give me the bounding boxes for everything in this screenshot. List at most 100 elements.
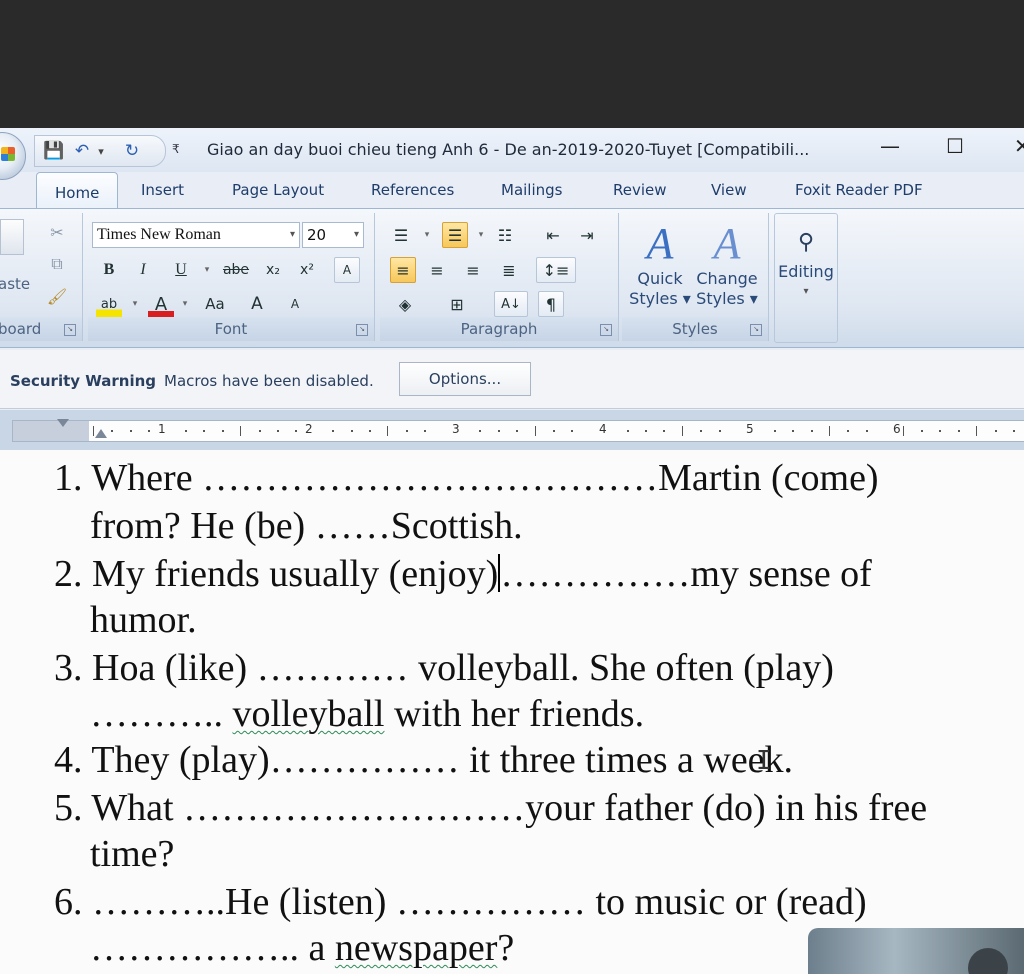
shading-icon[interactable]: ◈ [392,291,418,317]
bold-button[interactable]: B [96,257,122,283]
ruler-tick [829,426,830,436]
tab-review[interactable]: Review [613,181,667,199]
paste-icon[interactable] [0,219,24,255]
minimize-button[interactable]: — [880,134,900,158]
horizontal-ruler[interactable]: 1 2 3 4 5 6 [12,419,1024,442]
ruler-dot [866,430,868,432]
clear-formatting-button[interactable]: A [334,257,360,283]
sort-button[interactable]: A↓ [494,291,528,317]
multilevel-list-icon[interactable]: ☷ [492,222,518,248]
quick-styles-button[interactable]: A Quick Styles ▾ [628,219,692,309]
show-formatting-button[interactable]: ¶ [538,291,564,317]
ruler-dot [498,430,500,432]
change-case-button[interactable]: Aa [198,291,232,317]
editing-group: ⚲ Editing ▾ [774,213,838,343]
ruler-dot [700,430,702,432]
justify-icon[interactable]: ≣ [496,257,522,283]
align-right-icon[interactable]: ≡ [460,257,486,283]
tab-insert[interactable]: Insert [141,181,184,199]
numbering-icon[interactable]: ☰ [442,222,468,248]
tab-view[interactable]: View [711,181,747,199]
text-highlight-button[interactable]: ab [96,291,122,317]
exercise-line-6: 6. ………..He (listen) …………… to music or (r… [54,881,867,923]
ruler-dot [111,430,113,432]
numbering-dropdown-icon[interactable]: ▾ [468,222,494,248]
maximize-button[interactable]: ☐ [946,134,964,158]
tab-page-layout[interactable]: Page Layout [232,181,324,199]
spelling-squiggle: volleyball [232,693,385,735]
ruler-dot [277,430,279,432]
italic-button[interactable]: I [130,257,156,283]
font-name-dropdown-icon[interactable]: ▾ [290,223,295,247]
ruler-dot [719,430,721,432]
undo-icon[interactable]: ↶ [71,140,93,162]
decrease-indent-icon[interactable]: ⇤ [540,222,566,248]
bullets-dropdown-icon[interactable]: ▾ [414,222,440,248]
ruler-number: 4 [599,422,607,436]
tab-home[interactable]: Home [36,172,119,209]
ruler-dot [516,430,518,432]
save-icon[interactable]: 💾 [43,140,65,162]
tab-foxit-reader-pdf[interactable]: Foxit Reader PDF [795,181,923,199]
editing-button[interactable]: ⚲ Editing ▾ [775,228,837,302]
bullets-icon[interactable]: ☰ [388,222,414,248]
highlight-dropdown-icon[interactable]: ▾ [122,291,148,317]
undo-dropdown-icon[interactable]: ▾ [95,140,107,162]
security-warning-title: Security Warning [10,372,157,390]
borders-icon[interactable]: ⊞ [444,291,470,317]
font-name-combo[interactable]: Times New Roman ▾ [92,222,300,248]
options-button[interactable]: Options... [399,362,531,396]
font-color-dropdown-icon[interactable]: ▾ [172,291,198,317]
change-styles-button[interactable]: A Change Styles ▾ [694,219,760,309]
hanging-indent-marker[interactable] [95,429,107,438]
shrink-font-button[interactable]: A [282,291,308,317]
underline-dropdown-icon[interactable]: ▾ [194,257,220,283]
redo-icon[interactable]: ↻ [121,140,143,162]
ruler-dot [663,430,665,432]
document-page[interactable]: 1. Where ………………………………Martin (come) from?… [0,450,1024,974]
first-line-indent-marker[interactable] [57,419,69,427]
exercise-line-4: 4. They (play)…………… it three times a wee… [54,739,794,781]
cut-icon[interactable]: ✂ [44,219,70,245]
ruler-dot [553,430,555,432]
strikethrough-button[interactable]: abe [220,257,252,283]
exercise-line-6b: …………….. a newspaper? [90,927,515,969]
tab-references[interactable]: References [371,181,454,199]
ruler-tick [387,426,388,436]
paragraph-group-label: Paragraph [380,317,618,341]
ruler-dot [792,430,794,432]
subscript-button[interactable]: x₂ [260,257,286,283]
increase-indent-icon[interactable]: ⇥ [574,222,600,248]
exercise-line-3: 3. Hoa (like) ………… volleyball. She often… [54,647,834,689]
tab-mailings[interactable]: Mailings [501,181,562,199]
ruler-dot [811,430,813,432]
font-launcher-icon[interactable]: ↘ [356,324,368,336]
title-bar: 💾 ↶ ▾ ↻ ₹ Giao an day buoi chieu tieng A… [0,128,1024,180]
close-button[interactable]: ✕ [1014,134,1024,158]
quick-access-toolbar: 💾 ↶ ▾ ↻ [34,135,166,167]
ruler-dot [130,430,132,432]
grow-font-button[interactable]: A [244,291,270,317]
superscript-button[interactable]: x² [294,257,320,283]
font-color-button[interactable]: A [148,291,174,317]
ruler-dot [203,430,205,432]
font-size-dropdown-icon[interactable]: ▾ [354,223,359,247]
format-painter-icon[interactable]: 🖌 [44,283,70,309]
exercise-line-5: 5. What ………………………your father (do) in his… [54,787,928,829]
paste-label[interactable]: aste [0,275,30,293]
ruler-dot [939,430,941,432]
align-center-icon[interactable]: ≡ [424,257,450,283]
ruler-number: 6 [893,422,901,436]
clipboard-launcher-icon[interactable]: ↘ [64,324,76,336]
copy-icon[interactable]: ⧉ [44,251,70,277]
line-spacing-icon[interactable]: ↕≡ [536,257,576,283]
customize-qat-icon[interactable]: ₹ [172,142,180,156]
spelling-squiggle: newspaper [334,927,498,969]
font-size-combo[interactable]: 20 ▾ [302,222,364,248]
ribbon-tabs: Home Insert Page Layout References Maili… [0,172,1024,209]
ruler-dot [351,430,353,432]
paragraph-launcher-icon[interactable]: ↘ [600,324,612,336]
styles-launcher-icon[interactable]: ↘ [750,324,762,336]
underline-button[interactable]: U [168,257,194,283]
align-left-icon[interactable]: ≡ [390,257,416,283]
